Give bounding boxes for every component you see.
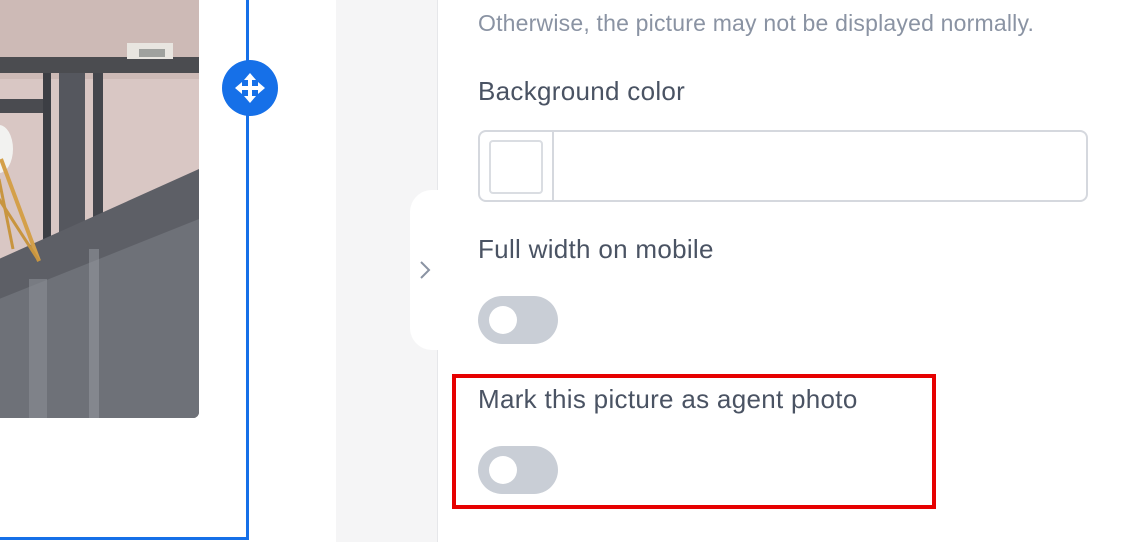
background-color-field — [478, 130, 1088, 202]
background-color-label: Background color — [478, 76, 686, 106]
toggle-knob — [489, 306, 517, 334]
move-arrows-icon — [235, 73, 265, 103]
color-field-divider — [552, 132, 554, 200]
editor-canvas — [0, 0, 336, 542]
agent-photo-highlight — [452, 374, 936, 509]
selected-picture-block[interactable] — [0, 0, 249, 540]
chevron-right-icon — [420, 261, 431, 279]
full-width-mobile-toggle[interactable] — [478, 296, 558, 344]
full-width-mobile-label: Full width on mobile — [478, 234, 714, 264]
move-handle-button[interactable] — [222, 60, 278, 116]
picture-image[interactable] — [0, 0, 199, 418]
background-color-input[interactable] — [556, 132, 1084, 200]
color-swatch-button[interactable] — [489, 140, 543, 194]
picture-hint-text: Otherwise, the picture may not be displa… — [478, 10, 1035, 36]
editor-root: Otherwise, the picture may not be displa… — [0, 0, 1128, 542]
